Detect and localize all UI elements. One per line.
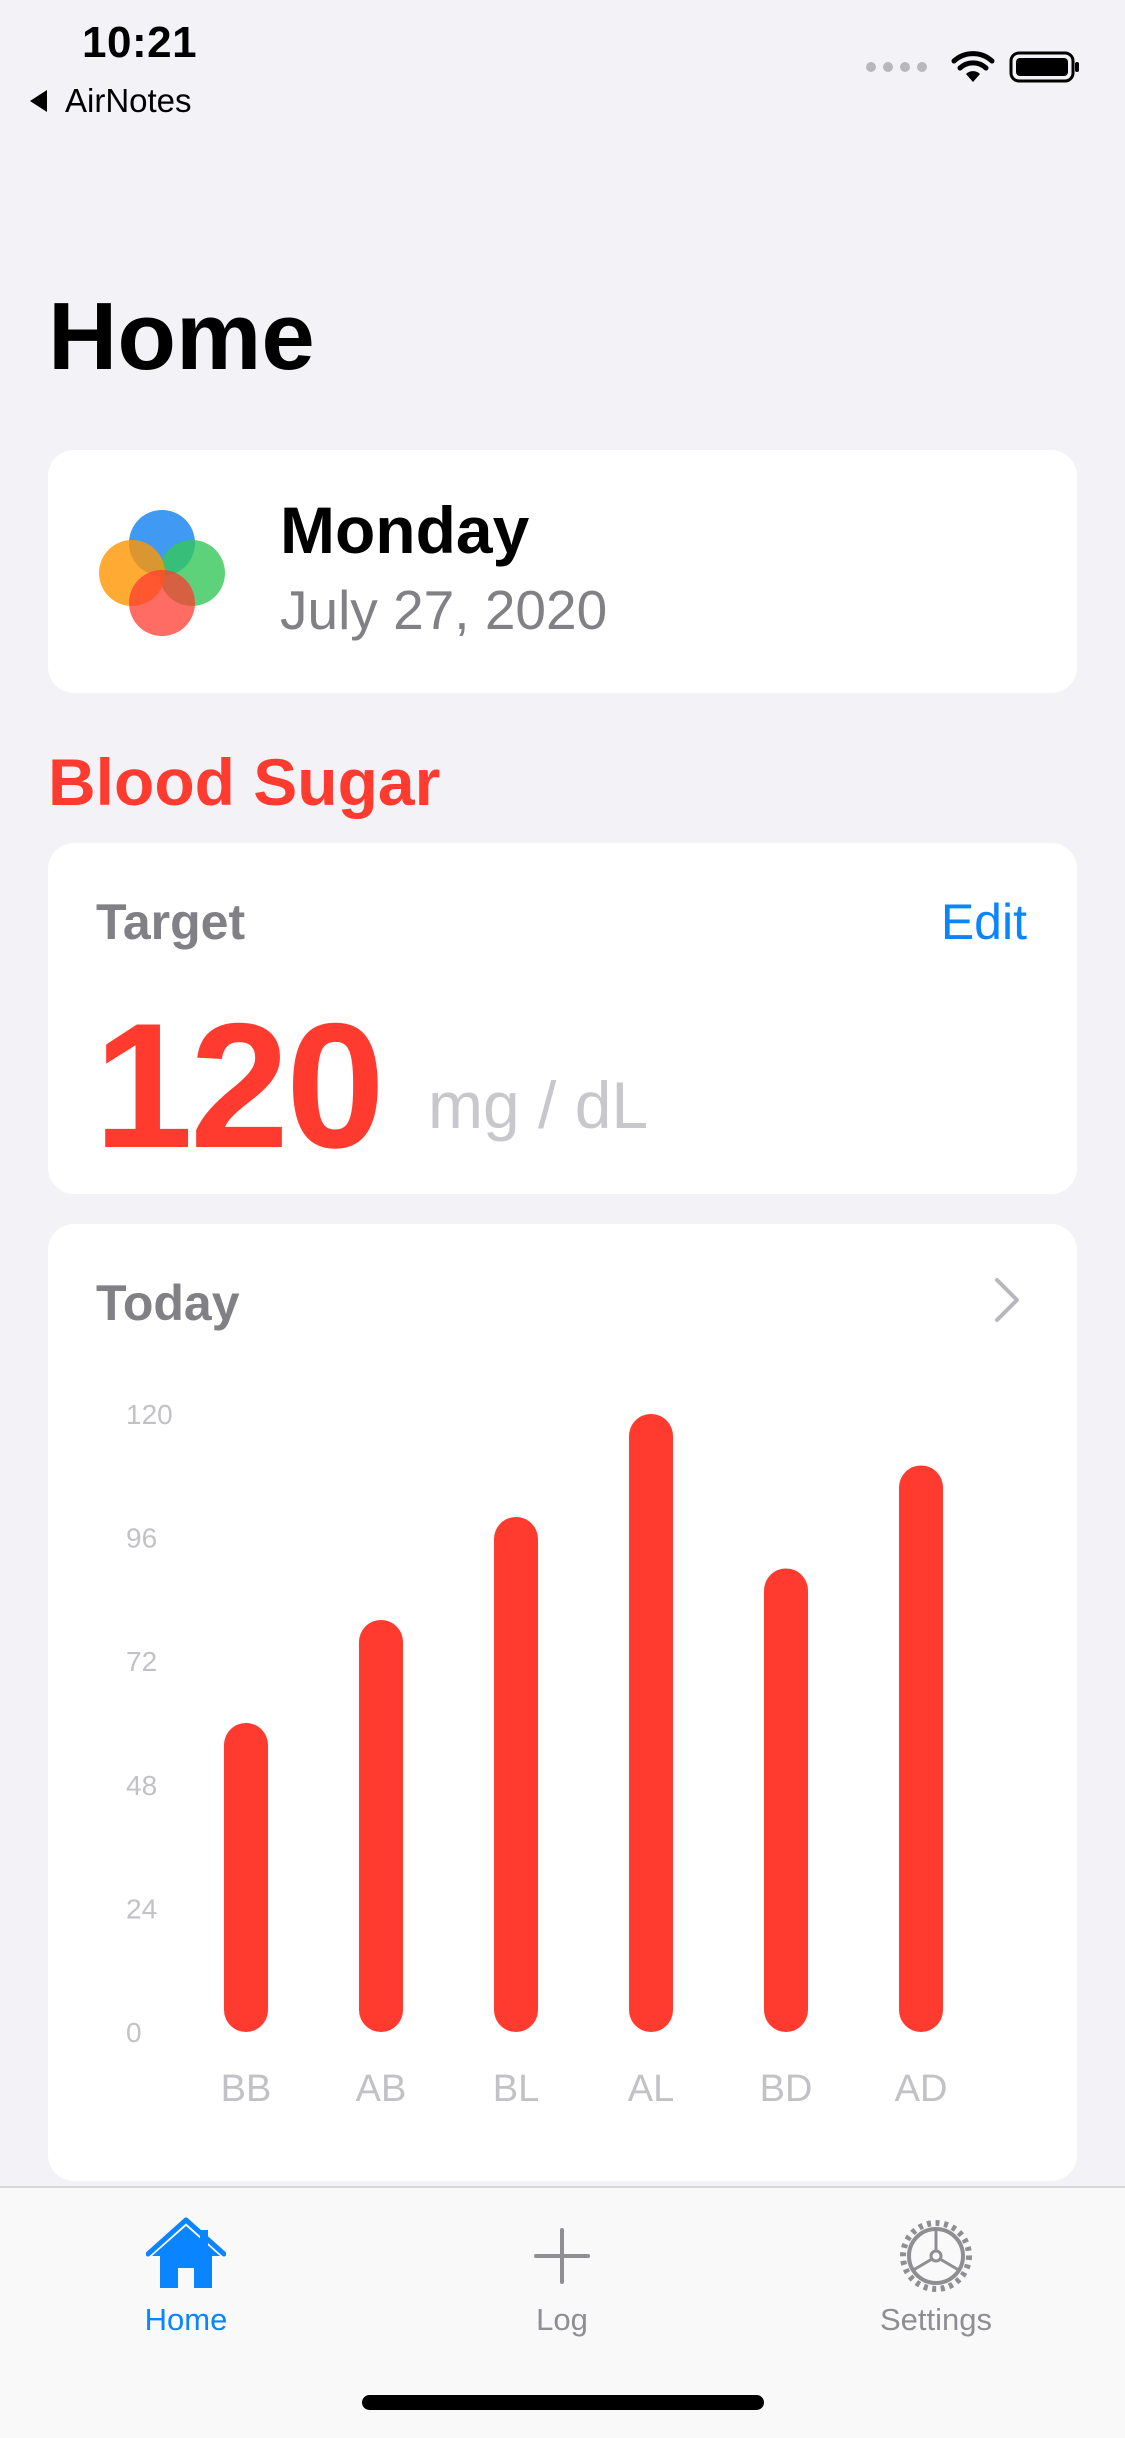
y-tick-label: 24 <box>126 1893 157 1924</box>
back-to-app-button[interactable]: AirNotes <box>30 82 192 120</box>
y-tick-label: 120 <box>126 1399 173 1430</box>
plus-icon <box>534 2228 590 2284</box>
y-tick-label: 72 <box>126 1646 157 1677</box>
battery-icon <box>1009 51 1079 83</box>
status-time: 10:21 <box>82 18 198 67</box>
house-icon <box>146 2217 226 2288</box>
target-unit: mg / dL <box>428 1068 649 1142</box>
y-tick-label: 0 <box>126 2017 142 2048</box>
bar-bl <box>494 1517 538 2032</box>
target-card: Target Edit 120 mg / dL <box>48 843 1077 1194</box>
tab-home-label: Home <box>144 2302 228 2337</box>
back-arrow-icon <box>30 90 47 112</box>
page-title: Home <box>48 283 315 390</box>
app-logo-icon <box>99 510 225 636</box>
x-category-label: AL <box>628 2068 674 2110</box>
x-category-label: BD <box>760 2068 813 2110</box>
bar-ab <box>359 1620 403 2032</box>
status-icons <box>866 50 1081 84</box>
bar-bb <box>224 1723 268 2032</box>
target-value: 120 <box>94 986 385 1185</box>
x-category-label: BL <box>493 2068 539 2110</box>
y-tick-label: 96 <box>126 1523 157 1554</box>
tab-log-label: Log <box>536 2302 588 2337</box>
wifi-icon <box>951 51 995 82</box>
tab-settings-label: Settings <box>879 2302 992 2337</box>
blood-sugar-section-title: Blood Sugar <box>48 745 441 819</box>
bar-al <box>629 1414 673 2032</box>
home-indicator <box>362 2395 764 2410</box>
x-category-label: AD <box>895 2068 948 2110</box>
target-heading: Target <box>96 894 246 950</box>
y-tick-label: 48 <box>126 1770 157 1801</box>
edit-target-button[interactable]: Edit <box>941 893 1027 951</box>
bar-ad <box>899 1465 943 2032</box>
date-day: Monday <box>280 493 530 567</box>
tab-home[interactable]: Home <box>66 2216 306 2338</box>
gear-icon <box>900 2220 972 2292</box>
today-chart-card[interactable]: Today 120 96 72 48 24 0 BB AB BL AL BD AD <box>48 1224 1077 2181</box>
tab-settings[interactable]: Settings <box>816 2216 1056 2338</box>
date-full: July 27, 2020 <box>280 579 608 641</box>
tab-log[interactable]: Log <box>442 2216 682 2338</box>
back-app-label: AirNotes <box>65 82 192 119</box>
date-card: Monday July 27, 2020 <box>48 450 1077 693</box>
blood-sugar-bar-chart: 120 96 72 48 24 0 BB AB BL AL BD AD <box>126 1399 948 2110</box>
x-category-label: BB <box>221 2068 272 2110</box>
bar-bd <box>764 1568 808 2032</box>
x-category-label: AB <box>356 2068 407 2110</box>
signal-dots-icon <box>866 62 927 72</box>
